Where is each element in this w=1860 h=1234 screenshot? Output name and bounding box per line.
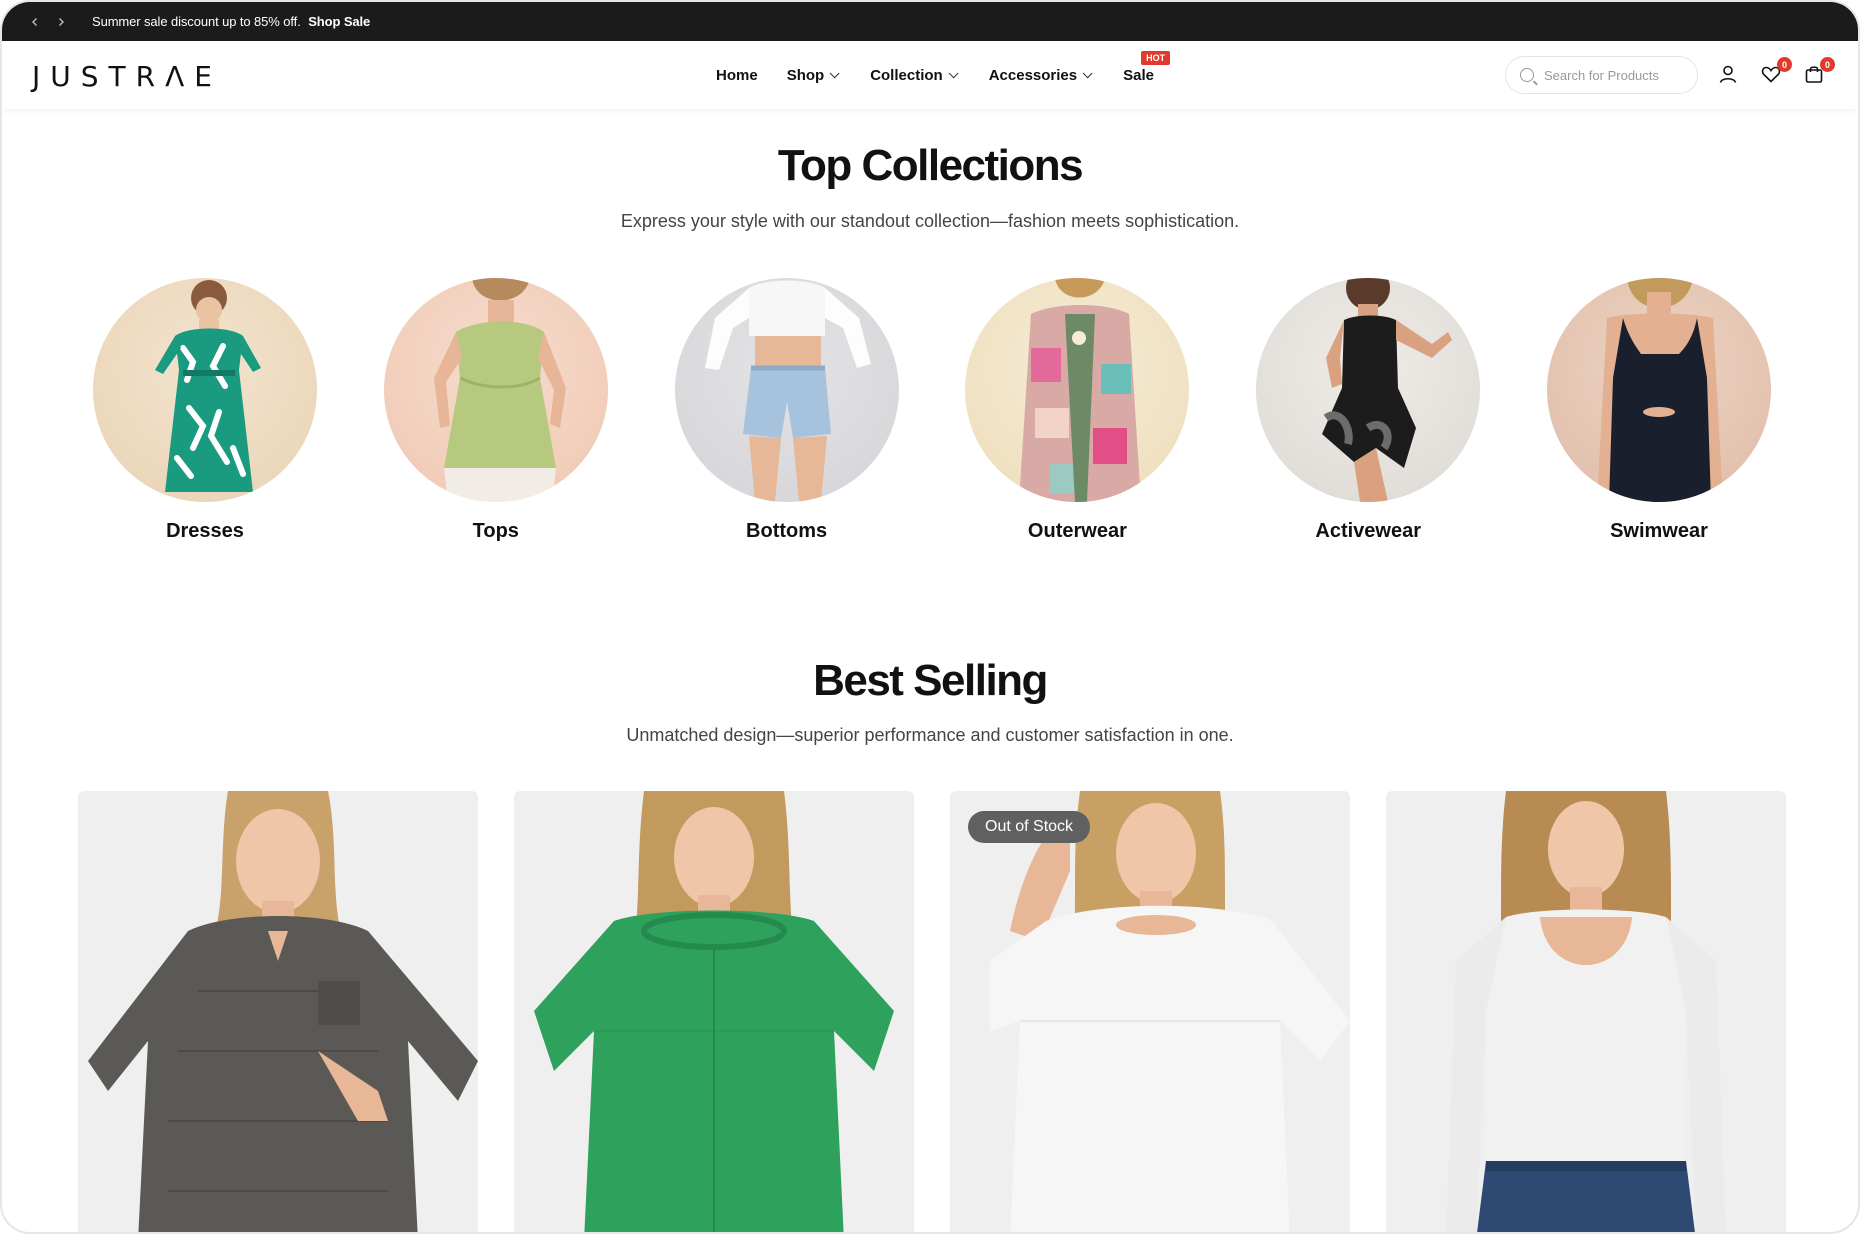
nav-home[interactable]: Home (716, 67, 758, 84)
product-card[interactable]: Out of Stock (950, 791, 1350, 1234)
nav-shop-label: Shop (786, 66, 825, 84)
nav-accessories[interactable]: Accessories (988, 66, 1093, 84)
best-selling-title: Best Selling (813, 656, 1048, 705)
product-image[interactable] (78, 791, 478, 1234)
chevron-down-icon (829, 67, 840, 78)
user-icon (1719, 65, 1737, 83)
main-nav: Home Shop Collection Accessories Sale HO… (716, 41, 1171, 109)
product-card[interactable] (514, 791, 914, 1234)
search-input[interactable] (1544, 67, 1674, 83)
collection-label: Bottoms (746, 520, 828, 542)
product-image[interactable] (950, 791, 1350, 1234)
out-of-stock-badge: Out of Stock (968, 811, 1091, 843)
announcement-bar: Summer sale discount up to 85% off. Shop… (2, 2, 1858, 41)
search-icon (1520, 68, 1534, 82)
cart-count-badge: 0 (1820, 57, 1835, 72)
collection-label: Activewear (1315, 520, 1421, 542)
site-header: JUSTRΛE Home Shop Collection Accessories… (2, 41, 1858, 109)
product-grid: Out of Stock (78, 791, 1786, 1234)
collection-image-activewear[interactable] (1256, 278, 1481, 502)
collection-label: Swimwear (1610, 520, 1708, 542)
nav-sale[interactable]: Sale HOT (1123, 50, 1171, 84)
hot-badge: HOT (1141, 50, 1171, 65)
brand-logo[interactable]: JUSTRΛE (32, 60, 222, 93)
product-card[interactable] (1386, 791, 1786, 1234)
collection-image-tops[interactable] (383, 278, 608, 502)
nav-shop[interactable]: Shop (786, 66, 840, 84)
collection-item-bottoms[interactable]: Bottoms (674, 278, 900, 543)
collection-image-dresses[interactable] (93, 278, 317, 502)
collection-item-tops[interactable]: Tops (383, 278, 609, 543)
collections-list: Dresses Tops Bottoms Outerwear Activewea… (92, 278, 1772, 543)
chevron-down-icon (1082, 67, 1093, 78)
nav-accessories-label: Accessories (988, 66, 1078, 84)
nav-collection[interactable]: Collection (870, 66, 959, 84)
shop-sale-link[interactable]: Shop Sale (308, 14, 370, 29)
collection-item-swimwear[interactable]: Swimwear (1546, 278, 1772, 543)
collection-image-outerwear[interactable] (965, 278, 1190, 502)
best-selling-subtitle: Unmatched design—superior performance an… (626, 725, 1234, 745)
announcement-arrows (28, 15, 68, 29)
chevron-down-icon (948, 67, 959, 78)
collection-label: Dresses (166, 520, 244, 542)
product-image[interactable] (514, 791, 914, 1234)
product-card[interactable] (78, 791, 478, 1234)
collection-item-outerwear[interactable]: Outerwear (964, 278, 1190, 543)
browser-frame: Summer sale discount up to 85% off. Shop… (0, 0, 1860, 1234)
chevron-right-icon[interactable] (54, 15, 68, 29)
nav-sale-label: Sale (1123, 66, 1154, 84)
announcement-text: Summer sale discount up to 85% off. (92, 14, 301, 29)
wishlist-button[interactable]: 0 (1760, 57, 1792, 87)
cart-button[interactable]: 0 (1803, 57, 1835, 87)
top-collections-title: Top Collections (777, 141, 1084, 190)
collection-image-bottoms[interactable] (674, 278, 899, 502)
collection-label: Outerwear (1027, 520, 1127, 542)
collection-label: Tops (472, 520, 519, 542)
collection-item-activewear[interactable]: Activewear (1255, 278, 1481, 543)
wishlist-count-badge: 0 (1777, 57, 1792, 72)
top-collections-subtitle: Express your style with our standout col… (620, 211, 1240, 231)
chevron-left-icon[interactable] (28, 15, 42, 29)
product-image[interactable] (1386, 791, 1786, 1234)
collection-image-swimwear[interactable] (1546, 278, 1771, 502)
search-box[interactable] (1505, 56, 1698, 94)
collection-item-dresses[interactable]: Dresses (92, 278, 318, 543)
nav-home-label: Home (716, 66, 758, 84)
account-button[interactable] (1717, 63, 1741, 87)
nav-collection-label: Collection (870, 66, 943, 84)
announcement-message: Summer sale discount up to 85% off. Shop… (92, 14, 370, 29)
